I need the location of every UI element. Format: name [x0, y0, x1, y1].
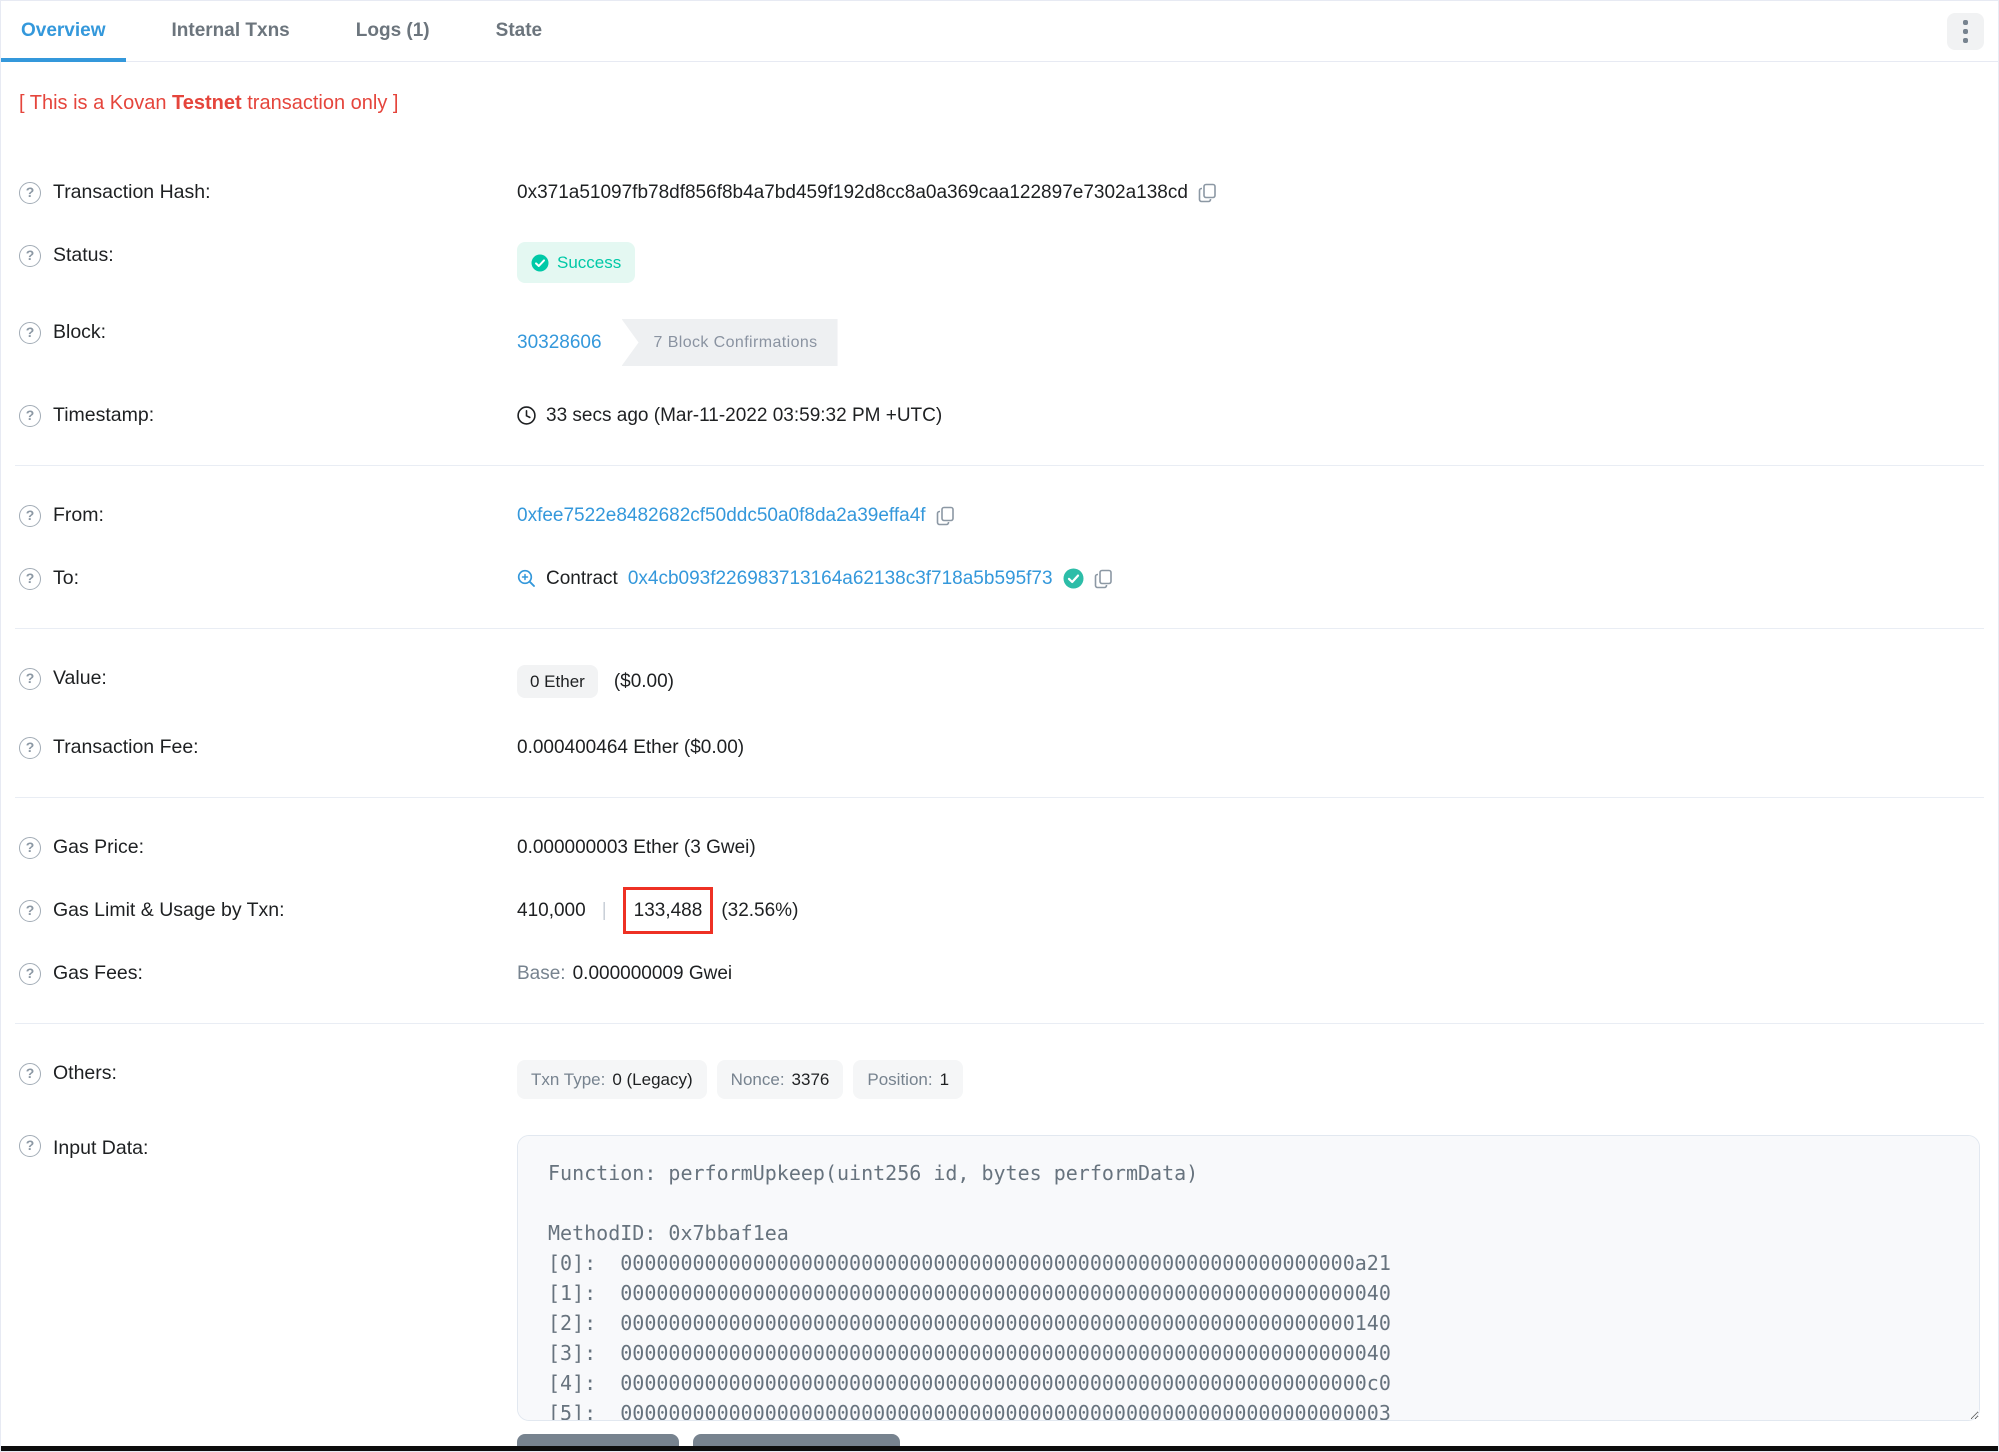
help-icon[interactable]: ?: [19, 736, 41, 759]
row-status: ? Status: Success: [1, 242, 1998, 283]
tab-internal-txns[interactable]: Internal Txns: [152, 1, 310, 61]
transaction-fee-value: 0.000400464 Ether ($0.00): [517, 737, 745, 758]
help-icon[interactable]: ?: [19, 1135, 41, 1157]
gas-price-value: 0.000000003 Ether (3 Gwei): [517, 837, 756, 858]
copy-to-address-button[interactable]: [1094, 569, 1113, 589]
testnet-notice-suffix: transaction only ]: [241, 92, 399, 114]
to-contract-prefix: Contract: [546, 568, 618, 589]
copy-icon: [936, 506, 955, 526]
help-icon[interactable]: ?: [19, 1062, 41, 1085]
value-usd: ($0.00): [613, 671, 675, 692]
gas-used-percent: (32.56%): [721, 900, 799, 921]
gas-limit-separator: |: [601, 900, 607, 921]
block-number-link[interactable]: 30328606: [517, 329, 602, 356]
kebab-icon: [1963, 19, 1968, 43]
status-text: Success: [557, 253, 622, 272]
section-divider: [15, 1023, 1984, 1024]
row-gas-limit-usage: ? Gas Limit & Usage by Txn: 410,000 | 13…: [1, 887, 1998, 934]
row-timestamp: ? Timestamp: 33 secs ago (Mar-11-2022 03…: [1, 402, 1998, 429]
row-label: Value:: [53, 667, 107, 689]
timestamp-value: 33 secs ago (Mar-11-2022 03:59:32 PM +UT…: [546, 405, 943, 426]
copy-icon: [1094, 569, 1113, 589]
transaction-details-page: Overview Internal Txns Logs (1) State [ …: [0, 0, 1999, 1452]
row-label: Block:: [53, 321, 107, 343]
copy-hash-button[interactable]: [1198, 183, 1217, 203]
footer-top-bar: [1, 1446, 1998, 1451]
section-divider: [15, 797, 1984, 798]
from-address-link[interactable]: 0xfee7522e8482682cf50ddc50a0f8da2a39effa…: [517, 502, 926, 529]
row-label: Timestamp:: [53, 404, 155, 426]
txn-type-badge: Txn Type: 0 (Legacy): [517, 1060, 707, 1099]
help-icon[interactable]: ?: [19, 504, 41, 527]
tab-logs[interactable]: Logs (1): [336, 1, 450, 61]
clock-icon: [517, 406, 536, 425]
row-others: ? Others: Txn Type: 0 (Legacy) Nonce: 33…: [1, 1060, 1998, 1099]
help-icon[interactable]: ?: [19, 836, 41, 859]
annotation-box: 133,488: [622, 887, 714, 934]
options-menu-button[interactable]: [1947, 12, 1984, 50]
row-block: ? Block: 30328606 7 Block Confirmations: [1, 319, 1998, 366]
testnet-notice-bold: Testnet: [172, 92, 242, 114]
testnet-notice-prefix: [ This is a Kovan: [19, 92, 173, 114]
check-circle-icon: [531, 254, 549, 272]
row-label: Gas Price:: [53, 836, 145, 858]
help-icon[interactable]: ?: [19, 567, 41, 590]
nonce-key: Nonce:: [730, 1070, 785, 1089]
row-label: Others:: [53, 1062, 117, 1084]
tab-state[interactable]: State: [476, 1, 562, 61]
position-badge: Position: 1: [853, 1060, 964, 1099]
to-address-link[interactable]: 0x4cb093f226983713164a62138c3f718a5b595f…: [628, 565, 1053, 592]
tab-overview[interactable]: Overview: [1, 1, 126, 62]
status-badge: Success: [517, 242, 636, 283]
position-value: 1: [939, 1070, 950, 1089]
gas-used-value: 133,488: [633, 900, 703, 921]
row-from: ? From: 0xfee7522e8482682cf50ddc50a0f8da…: [1, 502, 1998, 529]
row-to: ? To: Contract 0x4cb093f226983713164a621…: [1, 565, 1998, 592]
gas-limit-value: 410,000: [517, 900, 586, 921]
help-icon[interactable]: ?: [19, 244, 41, 267]
row-label: Transaction Hash:: [53, 181, 211, 203]
transaction-hash-value: 0x371a51097fb78df856f8b4a7bd459f192d8cc8…: [517, 182, 1188, 203]
row-label: Gas Limit & Usage by Txn:: [53, 899, 285, 921]
row-gas-fees: ? Gas Fees: Base: 0.000000009 Gwei: [1, 960, 1998, 987]
row-transaction-hash: ? Transaction Hash: 0x371a51097fb78df856…: [1, 179, 1998, 206]
row-value: ? Value: 0 Ether ($0.00): [1, 665, 1998, 698]
section-divider: [15, 465, 1984, 466]
row-gas-price: ? Gas Price: 0.000000003 Ether (3 Gwei): [1, 834, 1998, 861]
txn-type-value: 0 (Legacy): [612, 1070, 693, 1089]
help-icon[interactable]: ?: [19, 962, 41, 985]
row-label: Input Data:: [53, 1137, 149, 1159]
gas-fees-base-label: Base:: [517, 963, 566, 984]
copy-icon: [1198, 183, 1217, 203]
help-icon[interactable]: ?: [19, 321, 41, 344]
row-label: To:: [53, 567, 80, 589]
row-label: Gas Fees:: [53, 962, 143, 984]
tab-bar: Overview Internal Txns Logs (1) State: [1, 1, 1998, 62]
block-confirmations-badge: 7 Block Confirmations: [621, 319, 838, 366]
nonce-badge: Nonce: 3376: [716, 1060, 844, 1099]
txn-type-key: Txn Type:: [531, 1070, 606, 1089]
section-divider: [15, 628, 1984, 629]
copy-from-address-button[interactable]: [936, 506, 955, 526]
help-icon[interactable]: ?: [19, 181, 41, 204]
row-label: Status:: [53, 244, 114, 266]
input-data-textarea[interactable]: Function: performUpkeep(uint256 id, byte…: [517, 1135, 1980, 1421]
position-key: Position:: [867, 1070, 933, 1089]
verified-check-icon: [1063, 568, 1084, 589]
testnet-notice: [ This is a Kovan Testnet transaction on…: [1, 90, 1998, 117]
row-input-data: ? Input Data: Function: performUpkeep(ui…: [1, 1135, 1998, 1451]
value-amount-badge: 0 Ether: [517, 665, 598, 698]
nonce-value: 3376: [791, 1070, 830, 1089]
search-plus-icon[interactable]: [517, 569, 536, 588]
row-label: Transaction Fee:: [53, 736, 199, 758]
gas-fees-base-value: 0.000000009 Gwei: [572, 963, 733, 984]
help-icon[interactable]: ?: [19, 404, 41, 427]
help-icon[interactable]: ?: [19, 899, 41, 922]
row-transaction-fee: ? Transaction Fee: 0.000400464 Ether ($0…: [1, 734, 1998, 761]
help-icon[interactable]: ?: [19, 667, 41, 690]
row-label: From:: [53, 504, 104, 526]
